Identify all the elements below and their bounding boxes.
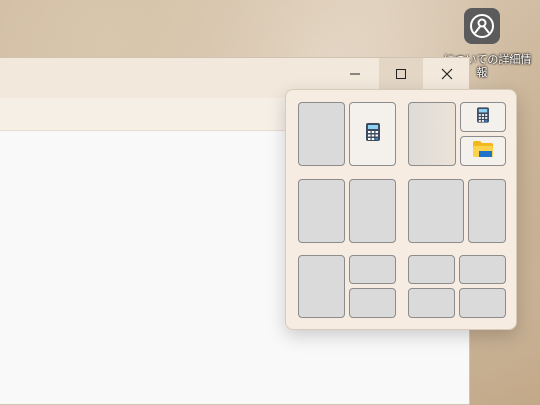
snap-zone-narrow-right[interactable] [468,179,506,243]
snap-zone-bottom-right[interactable] [460,136,506,166]
snap-zone-main-left[interactable] [298,255,345,318]
file-explorer-icon [472,140,494,162]
snap-zone-left-half[interactable] [298,102,345,166]
snap-zone-top-right[interactable] [460,102,506,132]
close-button[interactable] [425,58,469,89]
snap-zone-right-half[interactable] [349,179,396,243]
snap-zone-wide-left[interactable] [408,179,464,243]
snap-zone-main-left[interactable] [408,102,456,166]
snap-zone-bottom-right[interactable] [459,288,506,318]
snap-zone-bottom-right[interactable] [349,288,396,318]
minimize-button[interactable] [333,58,377,89]
snap-zone-left-half[interactable] [298,179,345,243]
snap-zone-top-left[interactable] [408,255,455,284]
snap-zone-top-right[interactable] [349,255,396,284]
calculator-icon [365,122,381,146]
get-help-icon [464,8,500,44]
snap-zone-top-right[interactable] [459,255,506,284]
calculator-icon [476,107,490,128]
snap-zone-bottom-left[interactable] [408,288,455,318]
snap-zone-right-half[interactable] [349,102,396,166]
snap-layouts-flyout [285,89,517,330]
maximize-button[interactable] [379,58,423,89]
